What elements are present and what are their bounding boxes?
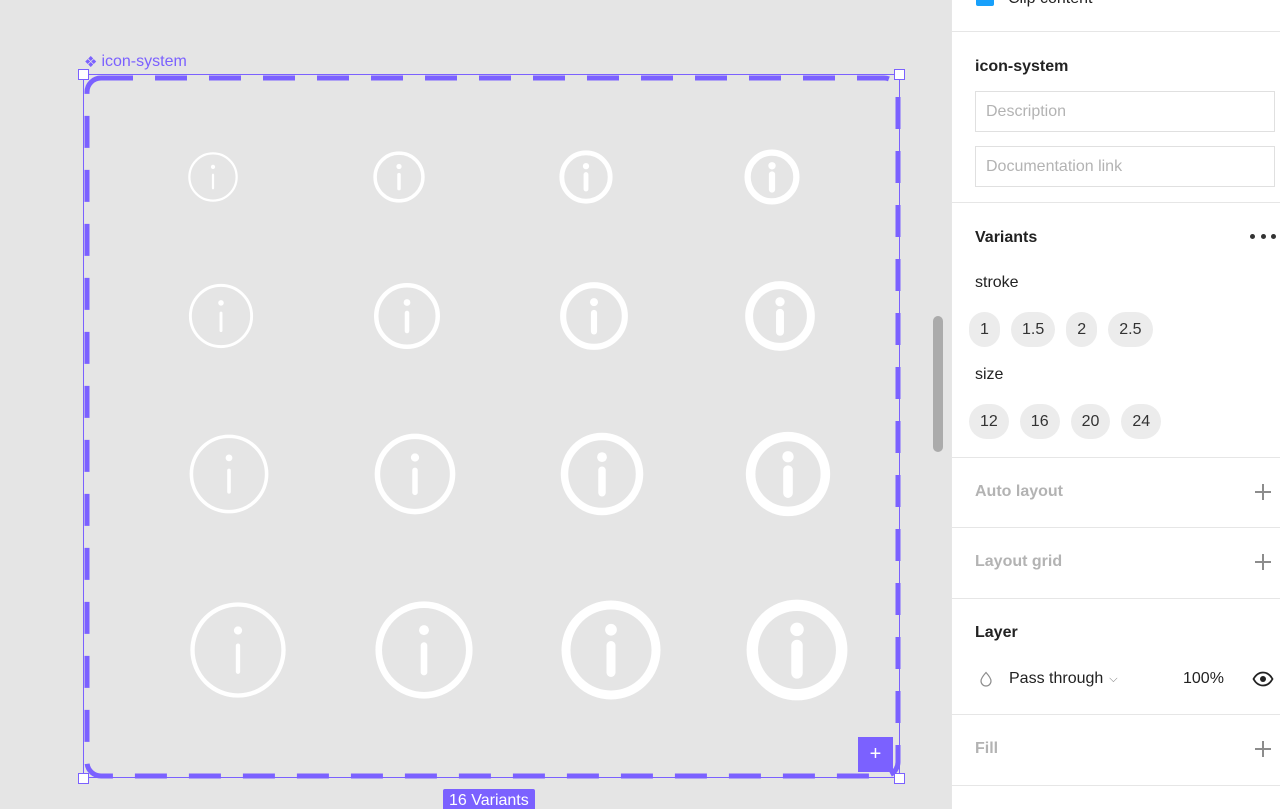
add-layout-grid-icon[interactable]: [1253, 552, 1273, 572]
variants-more-icon[interactable]: [1250, 226, 1276, 246]
info-circle-icon[interactable]: [742, 278, 818, 354]
variants-title: Variants: [975, 229, 1038, 246]
component-name: icon-system: [975, 58, 1069, 75]
layer-section: Layer: [952, 599, 1280, 715]
design-canvas[interactable]: ❖ icon-system + 16 Variants: [0, 0, 951, 809]
info-circle-icon[interactable]: [742, 428, 834, 520]
fill-title: Fill: [975, 740, 999, 757]
size-value-pill[interactable]: 12: [969, 404, 1009, 439]
add-variant-button[interactable]: +: [858, 737, 893, 772]
component-set-label[interactable]: ❖ icon-system: [84, 52, 187, 72]
variant-grid: [84, 75, 899, 777]
auto-layout-title: Auto layout: [975, 483, 1063, 500]
variant-property-size[interactable]: size: [975, 366, 1003, 384]
layout-grid-section: Layout grid: [952, 528, 1280, 599]
documentation-link-input[interactable]: [975, 146, 1275, 187]
add-fill-icon[interactable]: [1253, 739, 1273, 759]
stroke-value-pill[interactable]: 1: [969, 312, 1000, 347]
stroke-value-pill[interactable]: 2.5: [1108, 312, 1153, 347]
description-input[interactable]: [975, 91, 1275, 132]
add-auto-layout-icon[interactable]: [1253, 482, 1273, 502]
size-values: 12 16 20 24: [969, 404, 1162, 439]
fill-section: Fill: [952, 715, 1280, 786]
info-circle-icon[interactable]: [186, 431, 272, 517]
clip-content-checkbox[interactable]: [976, 0, 994, 6]
canvas-scrollbar[interactable]: [933, 316, 943, 452]
info-circle-icon[interactable]: [371, 149, 427, 205]
info-circle-icon[interactable]: [557, 429, 647, 519]
component-section: icon-system: [952, 32, 1280, 203]
resize-handle-bottom-left[interactable]: [78, 773, 89, 784]
component-set-frame[interactable]: [83, 74, 901, 779]
variant-count-badge: 16 Variants: [443, 789, 535, 809]
info-circle-icon[interactable]: [371, 597, 477, 703]
stroke-value-pill[interactable]: 2: [1066, 312, 1098, 347]
info-circle-icon[interactable]: [742, 595, 852, 705]
info-circle-icon[interactable]: [742, 147, 802, 207]
info-circle-icon[interactable]: [186, 598, 290, 702]
info-circle-icon[interactable]: [557, 279, 631, 353]
eye-icon[interactable]: [1252, 669, 1274, 689]
size-value-pill[interactable]: 16: [1019, 404, 1060, 439]
chevron-down-icon: ⌵: [1109, 672, 1118, 685]
resize-handle-top-right[interactable]: [894, 69, 905, 80]
resize-handle-bottom-right[interactable]: [894, 773, 905, 784]
info-circle-icon[interactable]: [186, 281, 256, 351]
stroke-values: 1 1.5 2 2.5: [969, 312, 1153, 347]
layer-blend-row: Pass through ⌵ 100%: [975, 667, 1275, 691]
blend-mode-icon: [980, 671, 992, 687]
info-circle-icon[interactable]: [371, 430, 459, 518]
auto-layout-section: Auto layout: [952, 458, 1280, 528]
frame-section: Clip content: [952, 0, 1280, 32]
layout-grid-title: Layout grid: [975, 553, 1063, 570]
clip-content-toggle[interactable]: Clip content: [976, 0, 1093, 8]
variant-property-stroke[interactable]: stroke: [975, 274, 1019, 292]
blend-mode-select[interactable]: Pass through ⌵: [1009, 670, 1118, 688]
info-circle-icon[interactable]: [557, 596, 665, 704]
component-set-name: icon-system: [101, 53, 187, 70]
blend-mode-value: Pass through: [1009, 670, 1104, 687]
clip-content-label: Clip content: [1008, 0, 1093, 8]
properties-panel: Clip content icon-system Variants stroke…: [951, 0, 1280, 809]
component-set-icon: ❖: [84, 53, 98, 71]
layer-title: Layer: [975, 624, 1018, 641]
info-circle-icon[interactable]: [186, 150, 240, 204]
layer-opacity-input[interactable]: 100%: [1183, 670, 1224, 688]
resize-handle-top-left[interactable]: [78, 69, 89, 80]
info-circle-icon[interactable]: [557, 148, 615, 206]
stroke-value-pill[interactable]: 1.5: [1011, 312, 1056, 347]
size-value-pill[interactable]: 20: [1070, 404, 1111, 439]
size-value-pill[interactable]: 24: [1121, 404, 1162, 439]
info-circle-icon[interactable]: [371, 280, 443, 352]
